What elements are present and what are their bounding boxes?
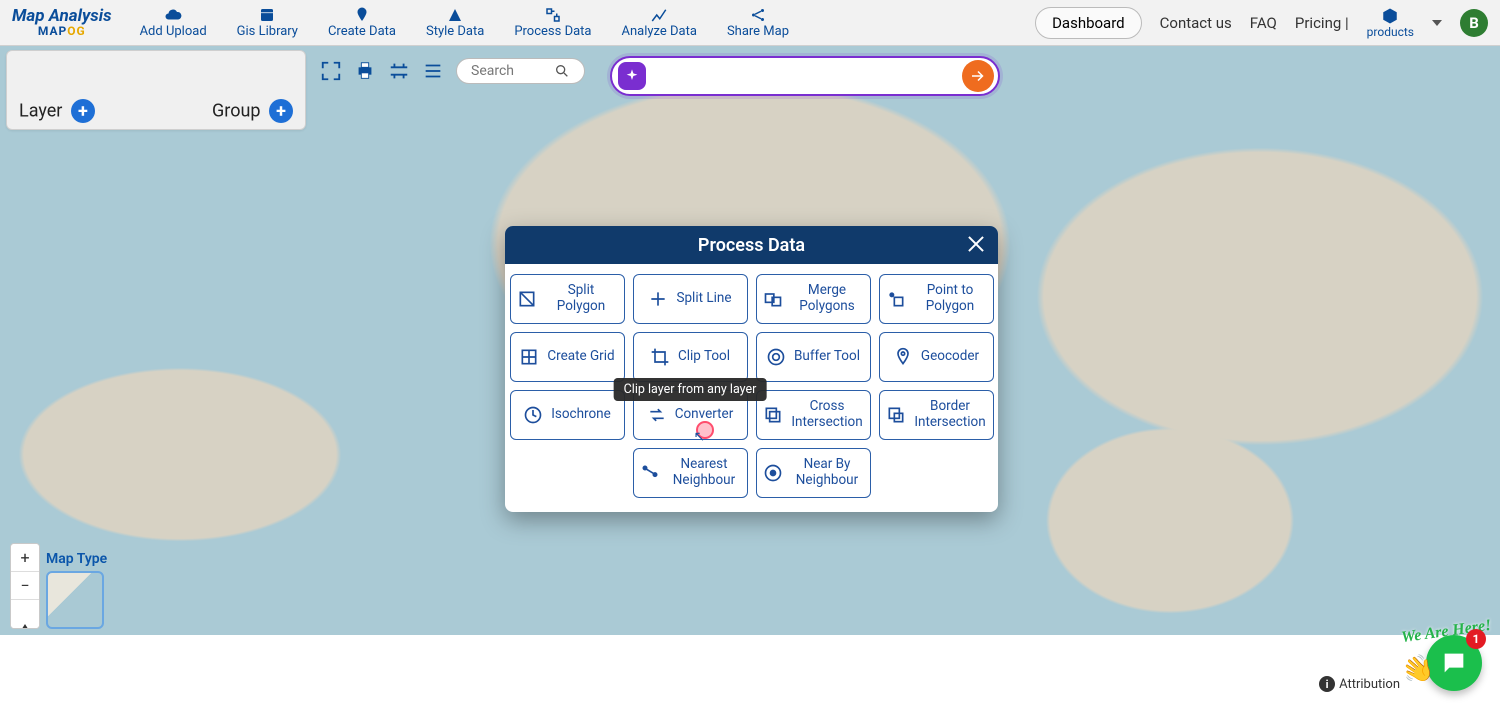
modal-close-button[interactable] <box>964 232 988 256</box>
tool-strip: Search <box>320 58 585 84</box>
ai-submit-button[interactable] <box>962 60 994 92</box>
process-data-modal: Process Data Split Polygon Split Line Me… <box>505 226 998 512</box>
nav-gis-library[interactable]: Gis Library <box>237 6 298 39</box>
share-icon <box>749 6 767 24</box>
brand-title: Map Analysis <box>12 8 112 25</box>
cube-icon <box>1381 7 1399 25</box>
dashboard-button[interactable]: Dashboard <box>1035 7 1142 39</box>
tool-cross-intersection[interactable]: Cross Intersection <box>756 390 871 440</box>
reset-north-button[interactable] <box>11 600 39 628</box>
style-icon <box>446 6 464 24</box>
add-layer-button[interactable]: + <box>71 99 95 123</box>
nav-items: Add Upload Gis Library Create Data Style… <box>140 6 789 39</box>
fullscreen-icon[interactable] <box>320 60 342 82</box>
tool-point-to-polygon[interactable]: Point to Polygon <box>879 274 994 324</box>
zoom-control: + − <box>10 543 40 629</box>
caret-down-icon[interactable] <box>1432 20 1442 26</box>
info-icon: i <box>1319 676 1335 692</box>
zoom-in-button[interactable]: + <box>11 544 39 572</box>
tool-geocoder[interactable]: Geocoder <box>879 332 994 382</box>
layer-section: Layer + <box>19 99 95 123</box>
modal-title: Process Data <box>698 235 805 256</box>
map-type-label: Map Type <box>46 551 107 567</box>
products-menu[interactable]: products <box>1367 7 1414 39</box>
map-type-preview[interactable] <box>46 571 104 629</box>
nav-analyze-data[interactable]: Analyze Data <box>622 6 697 39</box>
pin-icon <box>353 6 371 24</box>
search-input[interactable]: Search <box>456 58 585 84</box>
ai-search-bar[interactable] <box>610 56 1000 96</box>
tool-split-polygon[interactable]: Split Polygon <box>510 274 625 324</box>
group-section: Group + <box>212 99 293 123</box>
tool-create-grid[interactable]: Create Grid <box>510 332 625 382</box>
attribution[interactable]: i Attribution <box>1309 673 1410 695</box>
process-icon <box>544 6 562 24</box>
search-placeholder: Search <box>471 63 514 79</box>
avatar[interactable]: B <box>1460 9 1488 37</box>
tool-split-line[interactable]: Split Line <box>633 274 748 324</box>
tool-clip-tool[interactable]: Clip Tool <box>633 332 748 382</box>
modal-tool-grid: Split Polygon Split Line Merge Polygons … <box>505 264 998 512</box>
ruler-icon[interactable] <box>388 60 410 82</box>
nav-create-data[interactable]: Create Data <box>328 6 396 39</box>
nav-add-upload[interactable]: Add Upload <box>140 6 207 39</box>
tooltip: Clip layer from any layer <box>614 378 767 401</box>
pricing-link[interactable]: Pricing | <box>1295 14 1349 32</box>
layer-panel: Layer + Group + <box>6 50 306 130</box>
contact-link[interactable]: Contact us <box>1160 14 1232 32</box>
tool-border-intersection[interactable]: Border Intersection <box>879 390 994 440</box>
nav-share-map[interactable]: Share Map <box>727 6 789 39</box>
list-icon[interactable] <box>422 60 444 82</box>
chat-icon <box>1440 649 1468 677</box>
search-icon <box>554 63 570 79</box>
library-icon <box>258 6 276 24</box>
zoom-out-button[interactable]: − <box>11 572 39 600</box>
tool-converter[interactable]: Clip layer from any layer Converter ↖ <box>633 390 748 440</box>
chat-notification-badge: 1 <box>1466 629 1486 649</box>
modal-header: Process Data <box>505 226 998 264</box>
sparkle-icon <box>618 62 646 90</box>
map-type-control: Map Type <box>46 551 107 629</box>
tool-merge-polygons[interactable]: Merge Polygons <box>756 274 871 324</box>
tool-buffer-tool[interactable]: Buffer Tool <box>756 332 871 382</box>
tool-nearest-neighbour[interactable]: Nearest Neighbour <box>633 448 748 498</box>
add-group-button[interactable]: + <box>269 99 293 123</box>
cloud-upload-icon <box>164 6 182 24</box>
topbar: Map Analysis MAPOG Add Upload Gis Librar… <box>0 0 1500 46</box>
topbar-right: Dashboard Contact us FAQ Pricing | produ… <box>1035 7 1488 39</box>
map-canvas[interactable]: Layer + Group + Search + − <box>0 46 1500 705</box>
brand[interactable]: Map Analysis MAPOG <box>12 8 112 37</box>
nav-style-data[interactable]: Style Data <box>426 6 484 39</box>
analyze-icon <box>650 6 668 24</box>
tool-near-by-neighbour[interactable]: Near By Neighbour <box>756 448 871 498</box>
cursor-indicator: ↖ <box>686 421 706 441</box>
nav-process-data[interactable]: Process Data <box>514 6 591 39</box>
brand-sub: MAPOG <box>38 25 86 37</box>
faq-link[interactable]: FAQ <box>1250 14 1277 32</box>
tool-isochrone[interactable]: Isochrone <box>510 390 625 440</box>
print-icon[interactable] <box>354 60 376 82</box>
